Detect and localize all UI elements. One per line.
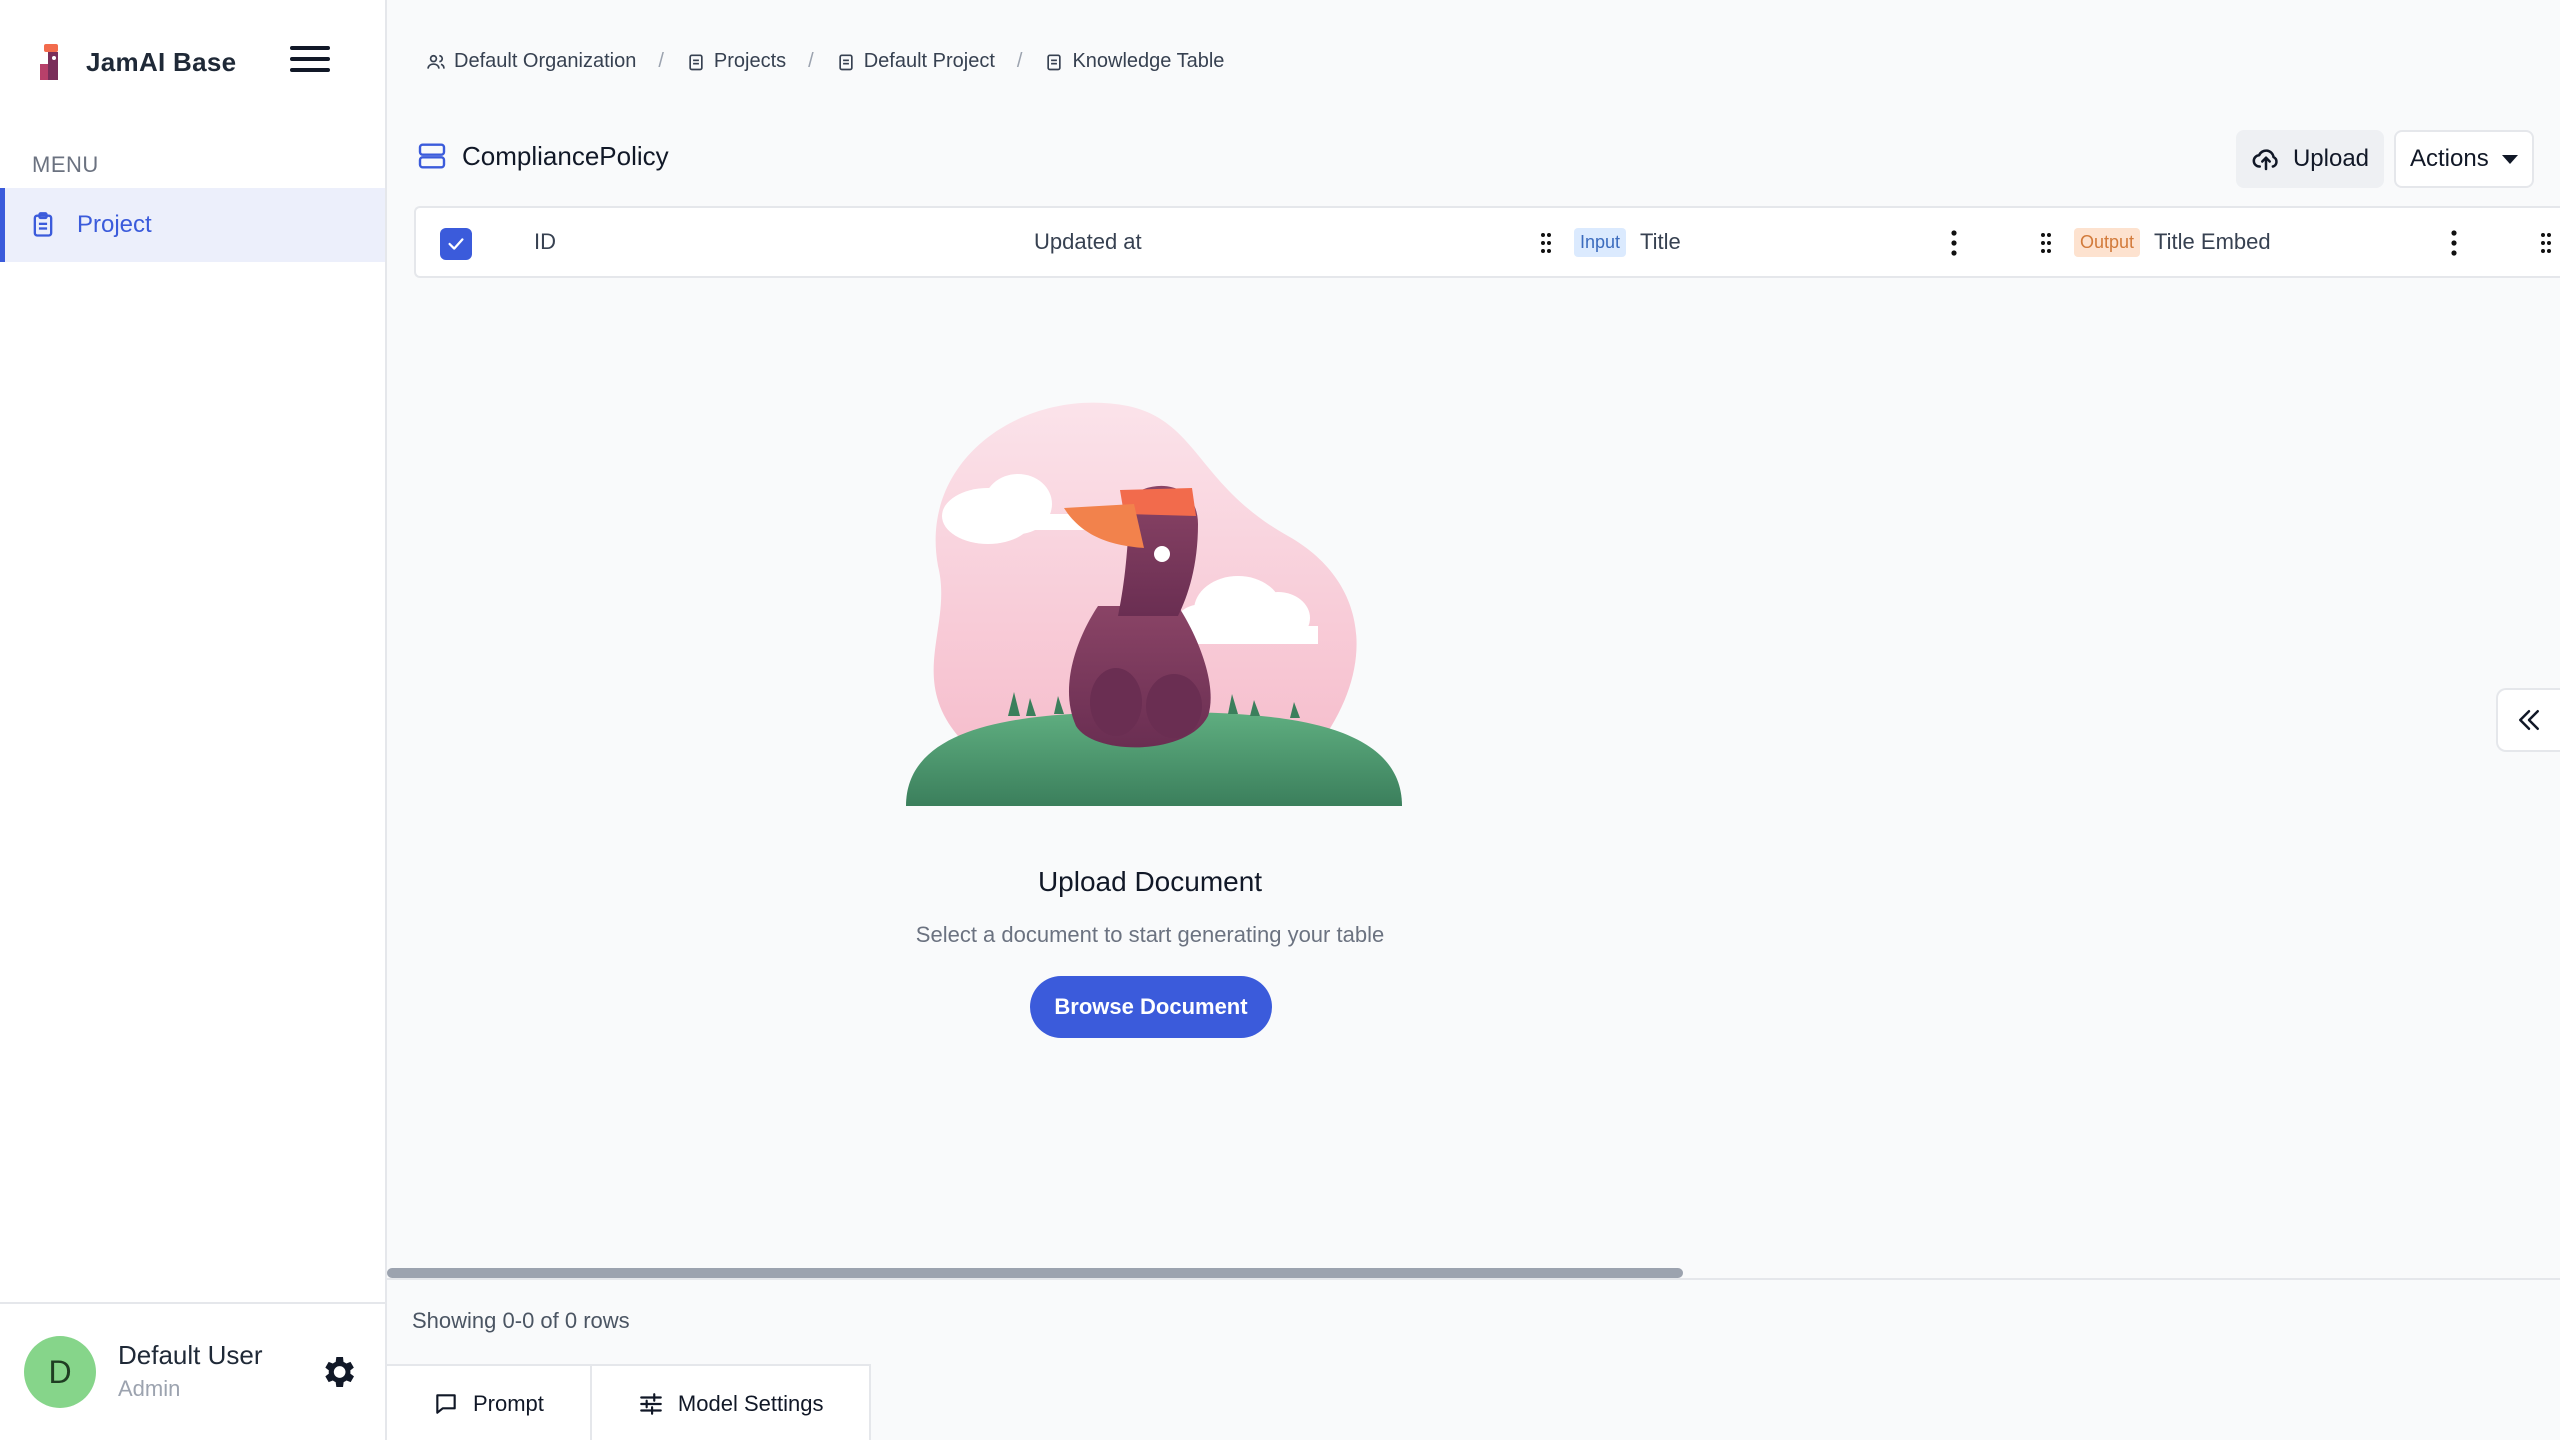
gear-icon[interactable] [318,1352,358,1392]
tab-label: Model Settings [677,1391,824,1416]
column-label: Title Embed [2154,229,2271,254]
menu-toggle-icon[interactable] [290,46,330,78]
breadcrumb-projects[interactable]: Projects [686,50,786,73]
menu-section-label: MENU [32,152,99,177]
checkmark-icon [448,238,464,250]
column-label: ID [534,229,556,254]
table-header: ID Updated at Input Title Output Title E… [414,206,2560,278]
actions-dropdown[interactable]: Actions [2394,130,2534,188]
breadcrumb-separator: / [1016,50,1023,72]
sidebar-item-project[interactable]: Project [0,188,385,262]
table-icon [418,143,446,169]
upload-label: Upload [2292,145,2370,172]
table-name: CompliancePolicy [462,140,669,171]
breadcrumb-separator: / [808,50,814,72]
empty-state-illustration [906,402,1402,806]
clipboard-icon [839,54,853,70]
chevrons-left-icon [2519,710,2539,730]
horizontal-scrollbar-thumb[interactable] [387,1268,1683,1278]
breadcrumb-separator: / [658,50,664,72]
users-icon [427,54,445,69]
column-label: Title [1640,229,1681,254]
cloud-upload-icon [2252,149,2278,171]
drag-handle-icon[interactable] [2040,232,2052,254]
drag-handle-icon[interactable] [2540,232,2552,254]
sliders-icon [640,1393,662,1415]
tab-model-settings[interactable]: Model Settings [589,1366,870,1440]
sidebar-item-label: Project [77,211,152,238]
breadcrumb-default-project[interactable]: Default Project [836,50,995,73]
tab-label: Prompt [473,1391,544,1416]
breadcrumb-label: Default Organization [454,50,637,72]
clipboard-icon [689,54,703,70]
breadcrumb: Default Organization / Projects / Defaul… [426,50,1224,73]
column-header-updated-at[interactable]: Updated at [1034,208,1142,276]
breadcrumb-label: Default Project [863,50,995,72]
column-label: Updated at [1034,229,1142,254]
clipboard-icon [1047,54,1062,70]
output-tag: Output [2074,227,2141,257]
brand[interactable]: JamAI Base [34,40,236,84]
drag-handle-icon[interactable] [1540,232,1552,254]
clipboard-icon [33,212,53,237]
breadcrumb-knowledge-table[interactable]: Knowledge Table [1044,50,1224,73]
chat-icon [436,1394,456,1414]
avatar[interactable]: D [24,1336,96,1408]
more-vertical-icon[interactable] [1950,230,1958,256]
divider [387,1278,2560,1280]
input-tag: Input [1574,227,1627,257]
row-count: Showing 0-0 of 0 rows [412,1308,630,1333]
select-all-checkbox[interactable] [440,228,472,260]
user-profile: D Default User Admin [0,1302,385,1440]
table-title: CompliancePolicy [416,140,669,172]
column-header-id[interactable]: ID [534,208,556,276]
breadcrumb-label: Knowledge Table [1072,50,1225,72]
upload-button[interactable]: Upload [2236,130,2384,188]
breadcrumb-label: Projects [713,50,787,72]
user-name: Default User [118,1340,263,1370]
user-role: Admin [118,1376,181,1401]
column-header-title[interactable]: Input Title [1574,208,1681,276]
breadcrumb-organization[interactable]: Default Organization [426,50,636,73]
bottom-tabs: Prompt Model Settings [387,1364,872,1440]
browse-document-button[interactable]: Browse Document [1030,976,1272,1038]
more-vertical-icon[interactable] [2450,230,2458,256]
app-name: JamAI Base [86,46,237,77]
tab-prompt[interactable]: Prompt [387,1366,590,1440]
sidebar: JamAI Base MENU Project D Default User A… [0,0,387,1440]
jamai-logo-icon [40,44,58,80]
expand-panel-button[interactable] [2496,688,2560,752]
chevron-down-icon [2502,154,2518,164]
actions-label: Actions [2410,145,2489,172]
column-header-title-embed[interactable]: Output Title Embed [2074,208,2271,276]
empty-state-title: Upload Document [1037,866,1263,897]
empty-state-subtitle: Select a document to start generating yo… [915,922,1385,947]
